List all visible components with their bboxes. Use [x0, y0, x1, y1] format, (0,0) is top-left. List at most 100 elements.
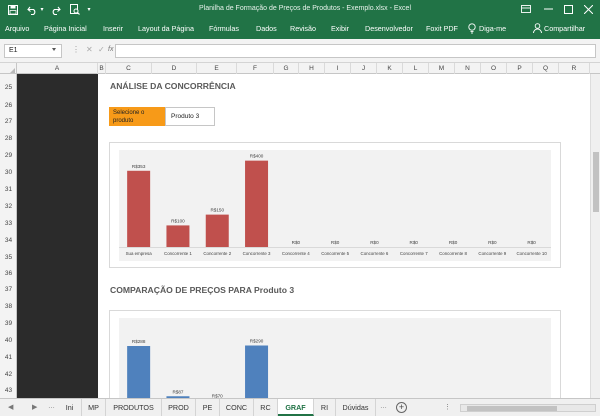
row-header[interactable]: 31 — [0, 186, 17, 193]
row-header[interactable]: 25 — [0, 84, 17, 91]
price-comparison-chart[interactable]: R$288 R$87 R$70 R$290 — [109, 310, 561, 398]
row-header[interactable]: 36 — [0, 270, 17, 277]
chart-bar[interactable] — [245, 160, 269, 247]
competitor-chart[interactable]: R$353 Sua empresa R$100 Concorrente 1 R$150 C… — [109, 142, 561, 268]
column-header-a[interactable]: A — [17, 63, 98, 74]
column-header-e[interactable]: E — [197, 63, 237, 74]
select-all-button[interactable] — [0, 63, 17, 74]
scroll-tabs-left-icon[interactable]: ◀ — [8, 403, 13, 411]
scroll-tabs-right-icon[interactable]: ▶ — [32, 403, 37, 411]
vertical-scrollbar[interactable] — [590, 74, 600, 398]
tab-desenvolvedor[interactable]: Desenvolvedor — [365, 24, 413, 33]
function-icon[interactable]: fx — [108, 46, 113, 53]
column-header-f[interactable]: F — [237, 63, 274, 74]
tab-arquivo[interactable]: Arquivo — [5, 24, 29, 33]
row-header[interactable]: 26 — [0, 102, 17, 109]
chart-data-label: R$290 — [250, 339, 264, 344]
column-header-q[interactable]: Q — [533, 63, 559, 74]
tab-dados[interactable]: Dados — [256, 24, 277, 33]
tab-layout[interactable]: Layout da Página — [138, 24, 194, 33]
sheet-tab-mp[interactable]: MP — [82, 399, 106, 416]
share-button[interactable]: Compartilhar — [544, 24, 585, 33]
chart-bar[interactable] — [127, 170, 151, 247]
row-header[interactable]: 34 — [0, 237, 17, 244]
tab-revisao[interactable]: Revisão — [290, 24, 316, 33]
column-header-m[interactable]: M — [429, 63, 455, 74]
sheet-tab-graf[interactable]: GRAF — [278, 399, 314, 416]
undo-icon[interactable] — [26, 3, 39, 16]
maximize-icon[interactable] — [558, 2, 578, 16]
sheet-tab-conc[interactable]: CONC — [220, 399, 254, 416]
column-header-h[interactable]: H — [299, 63, 325, 74]
chart-bar[interactable] — [205, 214, 229, 247]
sheet-tab-rc[interactable]: RC — [254, 399, 278, 416]
horizontal-scrollbar[interactable] — [460, 404, 596, 412]
price-comparison-chart-svg: R$288R$87R$70R$290 — [127, 339, 269, 399]
print-preview-icon[interactable] — [68, 3, 81, 16]
column-header-j[interactable]: J — [351, 63, 377, 74]
column-header-b[interactable]: B — [98, 63, 106, 74]
formula-input[interactable] — [115, 44, 596, 58]
save-icon[interactable] — [6, 3, 19, 16]
tell-me-search[interactable]: Diga-me — [479, 24, 506, 33]
column-header-l[interactable]: L — [403, 63, 429, 74]
sheet-tab-ini[interactable]: Ini — [58, 399, 82, 416]
row-header[interactable]: 40 — [0, 337, 17, 344]
row-header[interactable]: 38 — [0, 303, 17, 310]
row-header[interactable]: 27 — [0, 118, 17, 125]
product-select[interactable]: Produto 3 — [165, 107, 215, 126]
row-header[interactable]: 32 — [0, 203, 17, 210]
more-tabs-right-icon[interactable]: … — [380, 403, 387, 410]
enter-icon[interactable]: ✓ — [98, 45, 105, 54]
column-header-r[interactable]: R — [559, 63, 590, 74]
tab-exibir[interactable]: Exibir — [331, 24, 349, 33]
split-handle-icon[interactable]: ⋮ — [444, 403, 451, 411]
column-header-d[interactable]: D — [152, 63, 197, 74]
tab-pagina-inicial[interactable]: Página Inicial — [44, 24, 87, 33]
column-header-n[interactable]: N — [455, 63, 481, 74]
column-header-o[interactable]: O — [481, 63, 507, 74]
redo-icon[interactable] — [49, 3, 62, 16]
column-a-fill[interactable] — [17, 74, 98, 398]
sheet-area[interactable]: ANÁLISE DA CONCORRÊNCIA Selecione o prod… — [98, 74, 590, 398]
minimize-icon[interactable] — [538, 2, 558, 16]
sheet-tab-ri[interactable]: RI — [314, 399, 336, 416]
ribbon-display-icon[interactable] — [516, 2, 536, 16]
row-header[interactable]: 42 — [0, 371, 17, 378]
tab-inserir[interactable]: Inserir — [103, 24, 123, 33]
row-header[interactable]: 37 — [0, 286, 17, 293]
vertical-scroll-thumb[interactable] — [593, 152, 599, 212]
cancel-icon[interactable]: ✕ — [86, 45, 93, 54]
title-bar: ▾ ▾ Planilha de Formação de Preços de Pr… — [0, 0, 600, 19]
column-header-i[interactable]: I — [325, 63, 351, 74]
chart-bar[interactable] — [127, 346, 151, 398]
more-tabs-left-icon[interactable]: … — [48, 403, 55, 410]
customize-icon[interactable]: ▾ — [84, 3, 94, 16]
sheet-tab-pe[interactable]: PE — [196, 399, 220, 416]
row-header[interactable]: 43 — [0, 387, 17, 394]
sheet-tab-produtos[interactable]: PRODUTOS — [106, 399, 162, 416]
row-header[interactable]: 30 — [0, 169, 17, 176]
sheet-tab-duvidas[interactable]: Dúvidas — [336, 399, 376, 416]
name-box-dropdown-icon[interactable] — [52, 48, 56, 51]
column-header-p[interactable]: P — [507, 63, 533, 74]
row-header[interactable]: 39 — [0, 320, 17, 327]
close-icon[interactable] — [578, 2, 598, 16]
column-header-c[interactable]: C — [106, 63, 152, 74]
row-header[interactable]: 33 — [0, 220, 17, 227]
undo-dropdown-icon[interactable]: ▾ — [39, 3, 45, 16]
row-header[interactable]: 35 — [0, 254, 17, 261]
chart-bar[interactable] — [245, 345, 269, 399]
chart-bar[interactable] — [166, 225, 190, 247]
column-header-k[interactable]: K — [377, 63, 403, 74]
tab-foxit-pdf[interactable]: Foxit PDF — [426, 24, 458, 33]
tab-formulas[interactable]: Fórmulas — [209, 24, 239, 33]
add-sheet-icon[interactable]: + — [396, 402, 407, 413]
row-header[interactable]: 41 — [0, 354, 17, 361]
horizontal-scroll-thumb[interactable] — [467, 406, 557, 411]
row-header[interactable]: 28 — [0, 135, 17, 142]
row-header[interactable]: 29 — [0, 152, 17, 159]
sheet-tab-prod[interactable]: PROD — [162, 399, 196, 416]
column-header-g[interactable]: G — [274, 63, 299, 74]
name-box[interactable]: E1 — [4, 44, 62, 58]
